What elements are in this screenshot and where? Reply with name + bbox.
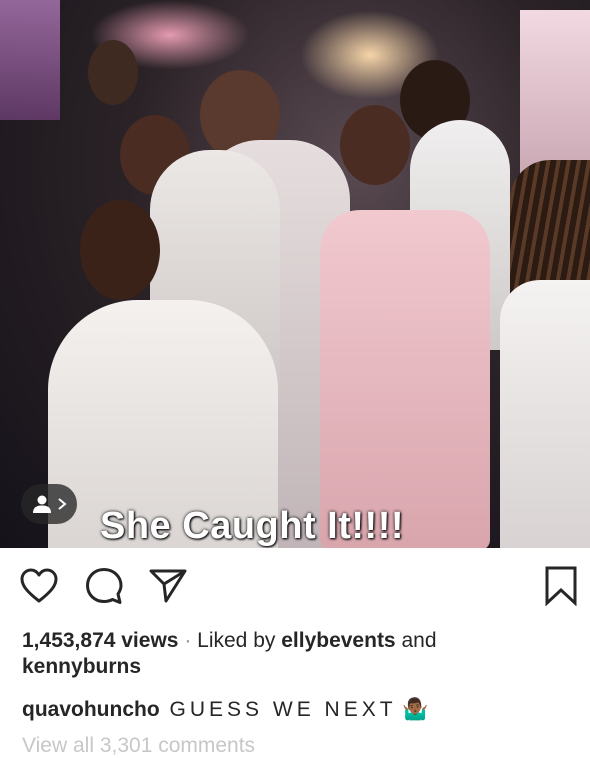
background-panel <box>520 10 590 180</box>
like-button[interactable] <box>19 566 59 606</box>
person-tag-icon <box>33 495 51 513</box>
separator: · <box>184 629 192 652</box>
comment-button[interactable] <box>84 566 124 606</box>
post-caption: quavohuncho GUESS WE NEXT 🤷🏾‍♂️ <box>22 698 429 722</box>
liked-by-user-link[interactable]: ellybevents <box>281 629 395 652</box>
view-count[interactable]: 1,453,874 views <box>22 629 178 652</box>
guest-head <box>88 40 138 105</box>
share-button[interactable] <box>148 566 188 606</box>
background-light <box>0 0 60 120</box>
view-all-comments-link[interactable]: View all 3,301 comments <box>22 734 255 758</box>
caption-text: GUESS WE NEXT <box>169 698 397 721</box>
liked-by-user-link[interactable]: kennyburns <box>22 655 141 678</box>
video-overlay-text: She Caught It!!!! <box>100 505 405 547</box>
send-icon <box>149 569 187 603</box>
bookmark-icon <box>545 566 577 606</box>
guest-white-dress <box>500 280 590 548</box>
guest-pink-dress <box>320 210 490 548</box>
guest-head-smiling <box>80 200 160 300</box>
caption-username-link[interactable]: quavohuncho <box>22 698 160 721</box>
post-media[interactable]: She Caught It!!!! <box>0 0 590 548</box>
heart-icon <box>20 568 58 603</box>
liked-by-label: Liked by <box>197 629 276 652</box>
save-button[interactable] <box>541 566 581 606</box>
post-actions-bar <box>0 548 590 624</box>
chevron-right-icon <box>58 498 67 510</box>
tagged-people-button[interactable] <box>21 484 77 524</box>
shrug-emoji: 🤷🏾‍♂️ <box>402 698 429 721</box>
guest-head <box>340 105 410 185</box>
comment-icon <box>86 568 123 604</box>
engagement-summary: 1,453,874 views · Liked by ellybevents a… <box>22 628 582 680</box>
conjunction: and <box>401 629 437 652</box>
